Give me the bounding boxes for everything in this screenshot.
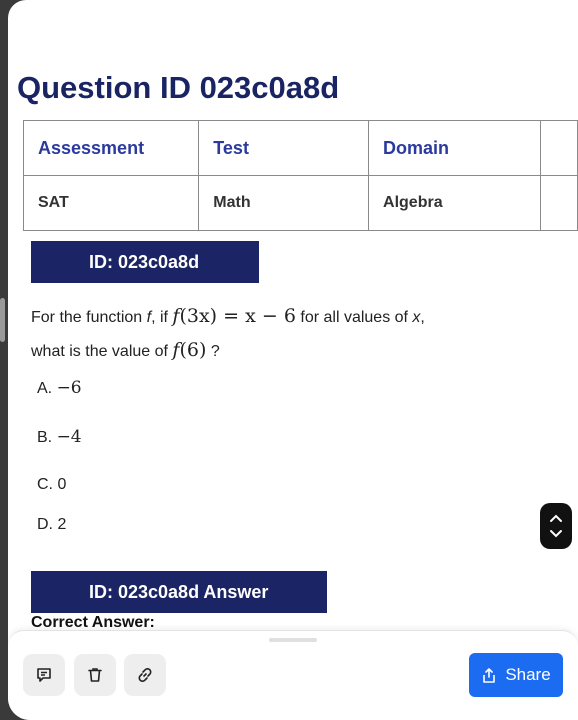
option-letter: A. [37,380,57,397]
math-expression: f(6) [172,339,206,361]
link-button[interactable] [124,654,166,696]
table-row: Assessment Test Domain [22,120,578,176]
sheet-grab-handle[interactable] [269,638,317,642]
bottom-toolbar: Share [8,630,578,720]
option-letter: B. [37,429,57,446]
option-value: −6 [56,378,82,398]
question-id-banner: ID: 023c0a8d [31,241,259,283]
option-a[interactable]: A. −6 [37,378,82,398]
question-text-segment: ? [206,343,220,360]
share-icon [483,667,496,683]
page-title: Question ID 023c0a8d [17,70,340,105]
header-test: Test [198,120,370,176]
table-cell-overflow [540,175,578,231]
option-value: −4 [56,427,82,447]
share-button[interactable]: Share [469,653,563,697]
question-text-segment: For the function [31,309,147,326]
option-value: 0 [57,476,67,493]
value-assessment: SAT [22,175,200,231]
link-icon [138,668,152,682]
question-text-segment: , [420,309,425,326]
side-drag-handle[interactable] [0,298,5,342]
question-text: For the function f, if f(3x) = x − 6 for… [31,300,451,368]
header-assessment: Assessment [22,120,200,176]
question-text-segment: , if [151,309,173,326]
delete-button[interactable] [74,654,116,696]
question-sheet: Question ID 023c0a8d Assessment Test Dom… [8,0,578,720]
question-line-1: For the function f, if f(3x) = x − 6 for… [31,300,451,334]
option-letter: D. [37,516,58,533]
math-rest: = x − 6 [217,305,296,327]
table-cell-overflow [540,120,578,176]
table-row: SAT Math Algebra [22,175,578,231]
math-expression: f(3x) = x − 6 [172,305,296,327]
comment-button[interactable] [23,654,65,696]
option-value: 2 [57,516,67,533]
value-test: Math [198,175,370,231]
info-table: Assessment Test Domain SAT Math Algebra [22,120,578,231]
value-domain: Algebra [368,175,542,231]
option-d[interactable]: D. 2 [37,516,66,534]
chevron-down-icon[interactable] [549,529,563,539]
option-b[interactable]: B. −4 [37,427,82,447]
question-line-2: what is the value of f(6) ? [31,334,451,368]
answer-id-banner: ID: 023c0a8d Answer [31,571,327,613]
option-c[interactable]: C. 0 [37,476,66,494]
option-letter: C. [37,476,58,493]
question-text-segment: for all values of [295,309,413,326]
chevron-up-icon[interactable] [549,513,563,523]
math-argument: (6) [179,339,207,361]
trash-icon [88,668,102,682]
math-argument: (3x) [179,305,218,327]
header-domain: Domain [368,120,542,176]
comment-icon [37,668,51,682]
share-label: Share [505,665,551,684]
question-text-segment: what is the value of [31,343,173,360]
scroll-navigator[interactable] [540,503,572,549]
